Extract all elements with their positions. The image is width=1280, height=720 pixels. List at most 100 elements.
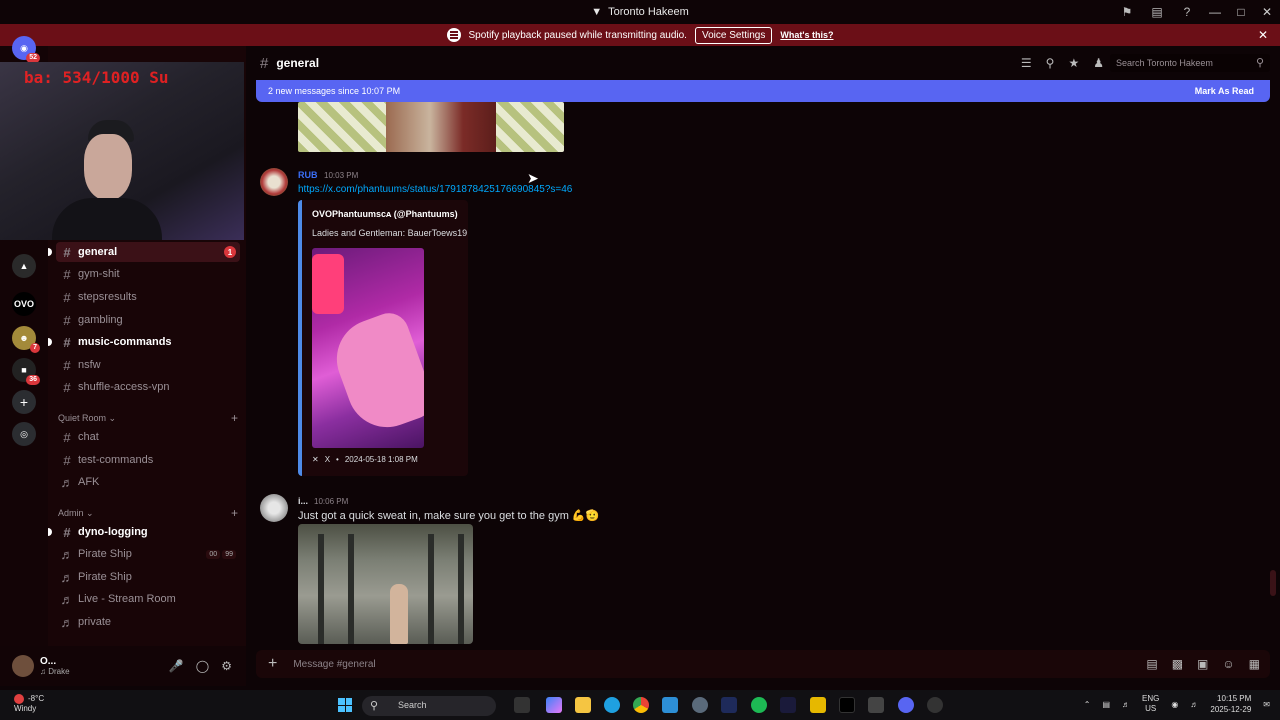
tiktok-icon[interactable] (839, 697, 855, 713)
channel-test-commands[interactable]: # test-commands (56, 450, 240, 470)
close-window-button[interactable]: ✕ (1254, 0, 1280, 24)
notifications-icon[interactable]: ✉ (1263, 700, 1270, 709)
task-view-icon[interactable] (514, 697, 530, 713)
weather-widget[interactable]: -8°C Windy (14, 694, 44, 714)
member-list-icon[interactable]: ♟ (1093, 56, 1104, 70)
scrollbar[interactable] (1270, 570, 1276, 596)
home-discord-icon[interactable]: ◉ 52 (12, 36, 40, 63)
new-messages-bar[interactable]: 2 new messages since 10:07 PM Mark As Re… (256, 80, 1270, 102)
channel-general[interactable]: # general 1 (48, 242, 240, 262)
server-icon[interactable]: ☻ 7 (12, 326, 40, 353)
category-admin[interactable]: Admin ⌄ + (58, 506, 238, 520)
mark-as-read-button[interactable]: Mark As Read (1195, 86, 1254, 96)
system-tray: ⌃ ▤ ♬ ENG US ◉ ♬ 10:15 PM 2025-12-29 ✉ (1084, 693, 1270, 715)
voice-channel-afk[interactable]: ♬ AFK (56, 472, 240, 492)
x-logo-icon: ✕ (312, 455, 319, 464)
add-channel-icon[interactable]: + (231, 411, 238, 425)
copilot-icon[interactable] (546, 697, 562, 713)
minimize-button[interactable]: — (1202, 0, 1228, 24)
voice-settings-button[interactable]: Voice Settings (694, 26, 773, 44)
clock[interactable]: 10:15 PM 2025-12-29 (1210, 693, 1251, 715)
add-server-icon[interactable]: + (12, 390, 36, 414)
channel-gambling[interactable]: # gambling (56, 310, 240, 330)
message-text: Just got a quick sweat in, make sure you… (298, 510, 600, 522)
avatar[interactable] (260, 168, 288, 196)
flag-icon[interactable]: ⚑ (1112, 0, 1142, 24)
voice-channel-private[interactable]: ♬ private (56, 612, 240, 632)
maximize-button[interactable]: □ (1228, 0, 1254, 24)
message-image[interactable] (298, 102, 564, 152)
search-input[interactable]: Search Toronto Hakeem ⚲ (1110, 54, 1270, 72)
channel-stepsresults[interactable]: # stepsresults (56, 287, 240, 307)
emoji-icon[interactable]: ☺ (1222, 657, 1234, 671)
spotify-icon[interactable] (751, 697, 767, 713)
settings-app-icon[interactable] (692, 697, 708, 713)
file-explorer-icon[interactable] (575, 697, 591, 713)
voice-channel-pirate-ship[interactable]: ♬ Pirate Ship 00 99 (56, 544, 240, 564)
avatar[interactable] (12, 655, 34, 677)
ovo-server-icon[interactable]: OVO (12, 292, 36, 316)
app-icon[interactable] (810, 697, 826, 713)
voice-channel-pirate-ship-2[interactable]: ♬ Pirate Ship (56, 567, 240, 587)
channel-shuffle-access-vpn[interactable]: # shuffle-access-vpn (56, 377, 240, 397)
category-quiet-room[interactable]: Quiet Room ⌄ + (58, 411, 238, 425)
message-image[interactable] (298, 524, 473, 644)
edge-icon[interactable] (604, 697, 620, 713)
spotify-notice-bar: Spotify playback paused while transmitti… (0, 24, 1280, 46)
microphone-icon[interactable]: 🎤 (169, 659, 184, 673)
channel-music-commands[interactable]: # music-commands (48, 332, 240, 352)
add-channel-icon[interactable]: + (231, 506, 238, 520)
language-indicator[interactable]: ENG US (1142, 694, 1159, 714)
message-input[interactable]: Message #general (293, 659, 375, 670)
discord-taskbar-icon[interactable] (898, 697, 914, 713)
message-timestamp: 10:03 PM (324, 171, 359, 180)
gift-icon[interactable]: ▤ (1146, 657, 1157, 671)
channel-dyno-logging[interactable]: # dyno-logging (48, 522, 240, 542)
message-composer[interactable]: + Message #general ▤ ▩ ▣ ☺ ▦ (256, 650, 1270, 678)
channel-gym-shit[interactable]: # gym-shit (56, 264, 240, 284)
webcam-overlay-text: ba: 534/1000 Su (24, 68, 169, 87)
embed-image[interactable] (312, 248, 424, 448)
threads-icon[interactable]: ☰ (1021, 56, 1032, 70)
notification-bell-icon[interactable]: ⚲ (1046, 56, 1055, 70)
gear-icon[interactable]: ⚙ (221, 659, 232, 673)
app-icon[interactable] (868, 697, 884, 713)
apps-icon[interactable]: ▦ (1249, 657, 1260, 671)
obs-icon[interactable] (927, 697, 943, 713)
sticker-icon[interactable]: ▣ (1197, 657, 1208, 671)
volume-icon[interactable]: ♬ (1190, 700, 1198, 709)
app-icon[interactable] (721, 697, 737, 713)
username: O... (40, 656, 57, 667)
speaker-icon: ♬ (60, 474, 74, 490)
message-author[interactable]: i... (298, 496, 308, 506)
taskbar-search[interactable]: ⚲ Search (362, 696, 496, 716)
close-icon[interactable]: ✕ (1258, 28, 1268, 42)
notepad-icon[interactable] (662, 697, 678, 713)
hashtag-icon: # (63, 452, 71, 468)
wifi-icon[interactable]: ◉ (1171, 700, 1178, 709)
voice-channel-live-stream-room[interactable]: ♬ Live - Stream Room (56, 589, 240, 609)
microphone-icon[interactable]: ♬ (1122, 700, 1130, 709)
pin-icon[interactable]: ★ (1068, 56, 1079, 70)
help-icon[interactable]: ? (1172, 0, 1202, 24)
embed-author[interactable]: OVOPhantuumsᴄᴀ (@Phantuums) (312, 209, 458, 219)
headphones-icon[interactable]: ◯ (196, 659, 209, 673)
windows-start-icon[interactable] (338, 698, 352, 712)
avatar[interactable] (260, 494, 288, 522)
attach-plus-icon[interactable]: + (268, 655, 277, 673)
message-author[interactable]: RUB (298, 170, 318, 180)
premiere-pro-icon[interactable] (780, 697, 796, 713)
server-icon[interactable]: ▲ (12, 254, 36, 278)
gif-icon[interactable]: ▩ (1172, 657, 1183, 671)
network-icon[interactable]: ▤ (1102, 700, 1110, 709)
chevron-up-icon[interactable]: ⌃ (1084, 700, 1091, 709)
chrome-icon[interactable] (633, 697, 649, 713)
channel-nsfw[interactable]: # nsfw (56, 355, 240, 375)
server-icon[interactable]: ■ 36 (12, 358, 40, 385)
hashtag-icon: # (260, 54, 269, 72)
hashtag-icon: # (63, 312, 71, 328)
inbox-icon[interactable]: ▤ (1142, 0, 1172, 24)
whats-this-link[interactable]: What's this? (780, 30, 833, 40)
discover-icon[interactable]: ◎ (12, 422, 36, 446)
channel-chat[interactable]: # chat (56, 427, 240, 447)
